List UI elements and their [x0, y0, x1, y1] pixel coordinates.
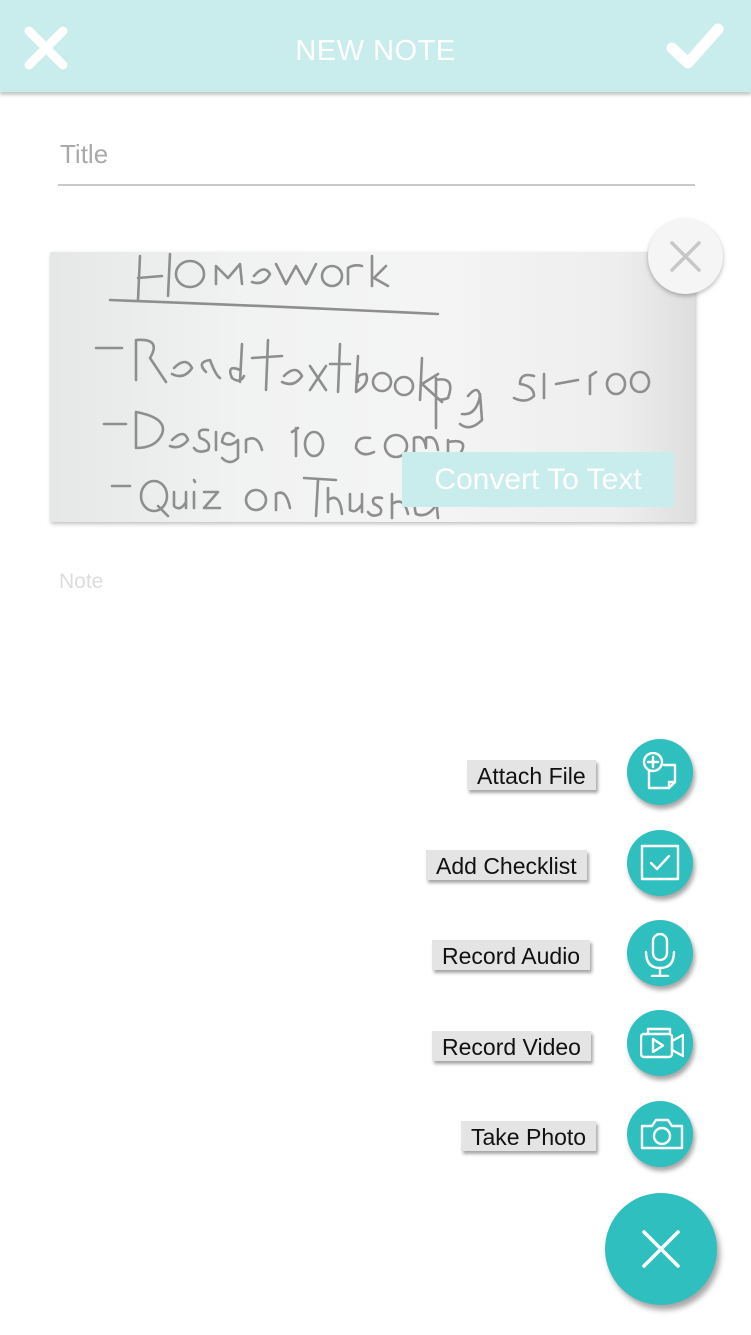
take-photo-label[interactable]: Take Photo [461, 1121, 597, 1151]
attach-file-label[interactable]: Attach File [467, 760, 596, 790]
attach-file-button[interactable] [627, 739, 693, 805]
record-video-label[interactable]: Record Video [432, 1031, 591, 1061]
checklist-icon [640, 844, 680, 881]
close-icon [670, 241, 701, 272]
microphone-icon [644, 933, 676, 977]
video-camera-icon [640, 1027, 684, 1059]
page-title: NEW NOTE [295, 35, 456, 67]
app-header: NEW NOTE [0, 0, 751, 92]
checkmark-icon [666, 23, 724, 69]
close-icon [642, 1230, 680, 1268]
camera-icon [640, 1118, 684, 1150]
save-button[interactable] [664, 18, 736, 78]
note-field[interactable] [58, 570, 696, 610]
fab-menu-toggle-button[interactable] [605, 1193, 717, 1305]
note-input[interactable] [58, 570, 696, 610]
record-video-button[interactable] [627, 1010, 693, 1076]
title-field[interactable] [58, 126, 697, 186]
add-checklist-button[interactable] [627, 830, 693, 896]
title-input[interactable] [58, 126, 697, 182]
record-audio-label[interactable]: Record Audio [432, 940, 591, 970]
convert-to-text-button[interactable]: Convert To Text [402, 452, 674, 507]
take-photo-button[interactable] [627, 1101, 693, 1167]
attach-file-icon [642, 752, 677, 790]
record-audio-button[interactable] [627, 920, 693, 986]
add-checklist-label[interactable]: Add Checklist [426, 850, 587, 880]
remove-attachment-button[interactable] [648, 219, 723, 294]
